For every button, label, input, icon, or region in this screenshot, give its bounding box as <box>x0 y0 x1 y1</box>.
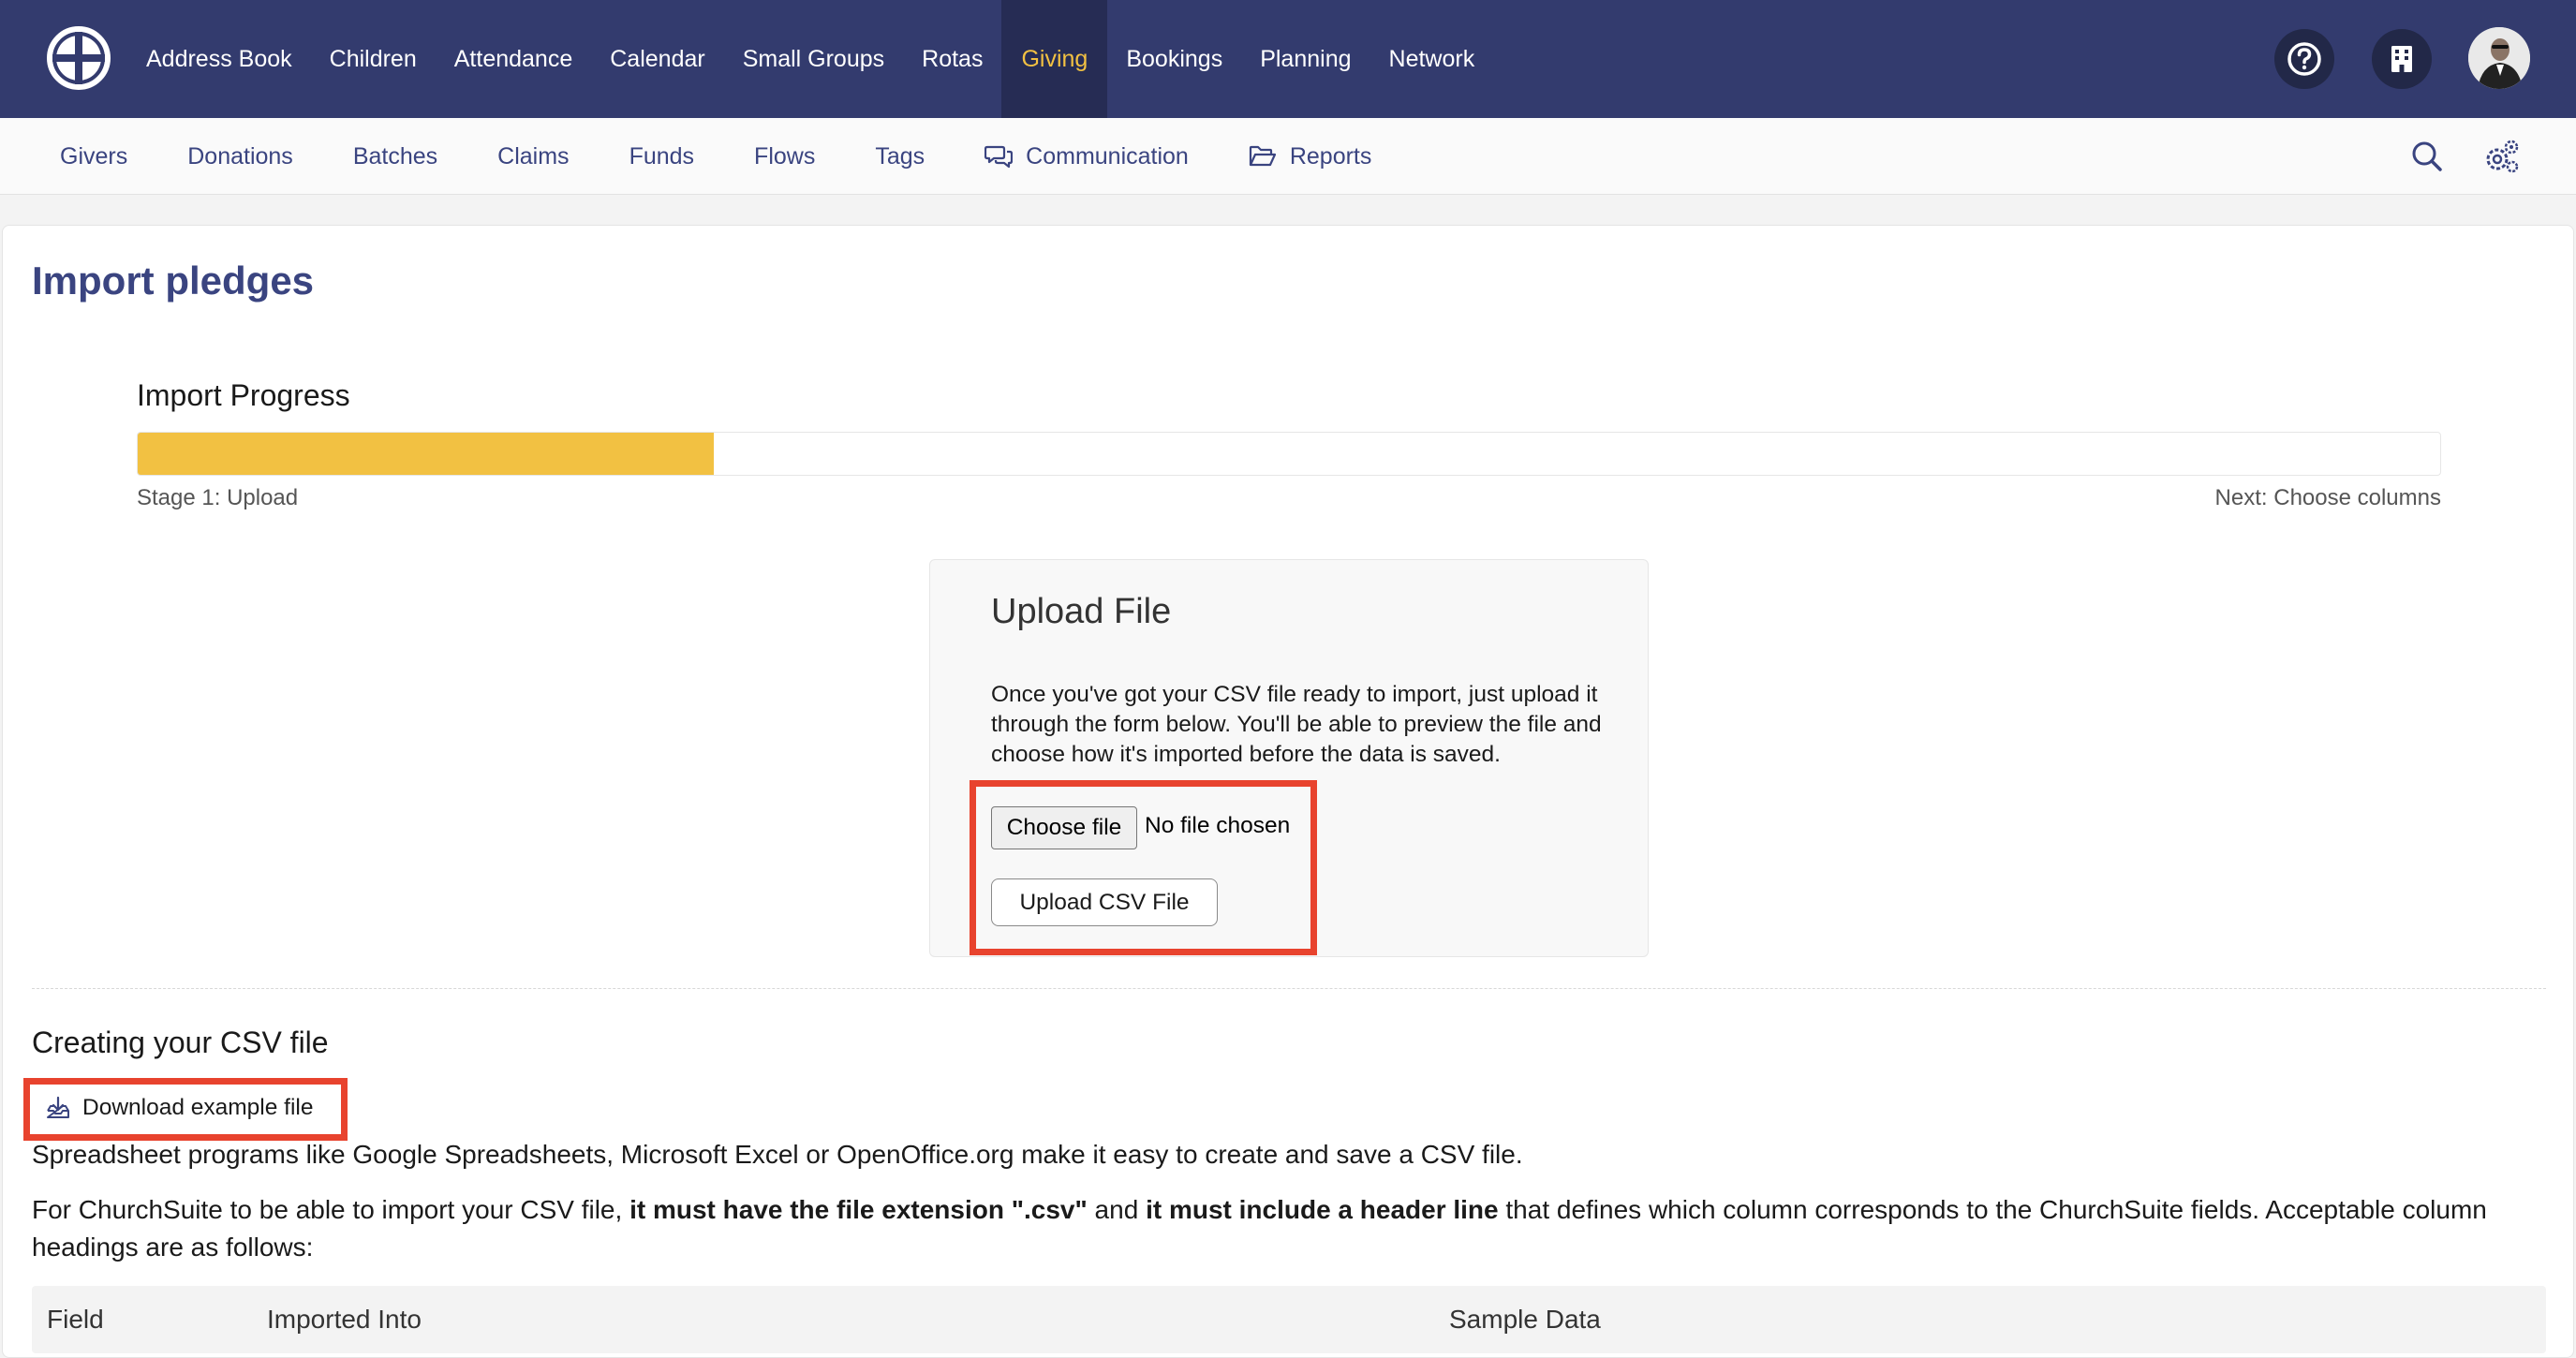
chat-bubbles-icon <box>985 145 1014 169</box>
search-icon[interactable] <box>2407 137 2447 176</box>
subnav-tags[interactable]: Tags <box>845 118 955 195</box>
import-progress-bar <box>137 432 2441 476</box>
churchsuite-logo-icon[interactable] <box>47 26 111 90</box>
download-example-button[interactable]: Download example file <box>32 1086 327 1129</box>
nav-small-groups[interactable]: Small Groups <box>724 0 903 118</box>
import-progress-heading: Import Progress <box>137 378 350 412</box>
subnav-batches[interactable]: Batches <box>323 118 467 195</box>
csv-req-extension: it must have the file extension ".csv" <box>629 1195 1088 1224</box>
help-circle-icon <box>2287 42 2321 76</box>
subnav-claims[interactable]: Claims <box>467 118 599 195</box>
subnav-funds[interactable]: Funds <box>600 118 724 195</box>
import-progress-fill <box>138 433 714 475</box>
top-navigation-bar: Address Book Children Attendance Calenda… <box>0 0 2576 118</box>
upload-file-description: Once you've got your CSV file ready to i… <box>991 682 1602 767</box>
nav-rotas[interactable]: Rotas <box>903 0 1001 118</box>
no-file-chosen-text: No file chosen <box>1145 813 1291 838</box>
page-title: Import pledges <box>32 258 315 303</box>
organisation-button[interactable] <box>2372 29 2432 89</box>
next-stage-label: Next: Choose columns <box>2214 485 2441 510</box>
download-example-label: Download example file <box>82 1095 314 1120</box>
column-headings-table-header: Field Imported Into Sample Data <box>32 1286 2546 1353</box>
user-avatar[interactable] <box>2468 27 2530 89</box>
upload-csv-button[interactable]: Upload CSV File <box>991 878 1218 926</box>
current-stage-label: Stage 1: Upload <box>137 485 299 510</box>
subnav-communication-label: Communication <box>1026 142 1189 170</box>
nav-bookings[interactable]: Bookings <box>1107 0 1241 118</box>
nav-giving[interactable]: Giving <box>1001 0 1108 118</box>
section-divider <box>32 988 2546 989</box>
table-header-sample-data: Sample Data <box>1449 1305 1601 1334</box>
nav-planning[interactable]: Planning <box>1241 0 1369 118</box>
nav-children[interactable]: Children <box>311 0 436 118</box>
choose-file-button[interactable]: Choose file <box>991 806 1137 849</box>
csv-req-text-1: For ChurchSuite to be able to import you… <box>32 1195 630 1224</box>
subnav-communication[interactable]: Communication <box>955 118 1219 195</box>
table-header-imported-into: Imported Into <box>267 1305 422 1334</box>
sub-navigation-bar: Givers Donations Batches Claims Funds Fl… <box>0 118 2576 195</box>
help-button[interactable] <box>2274 29 2334 89</box>
subnav-donations[interactable]: Donations <box>157 118 323 195</box>
csv-intro-paragraph: Spreadsheet programs like Google Spreads… <box>32 1140 1523 1169</box>
user-avatar-icon <box>2468 27 2530 89</box>
settings-gears-icon[interactable] <box>2482 137 2522 176</box>
subnav-flows[interactable]: Flows <box>724 118 845 195</box>
subnav-reports-label: Reports <box>1289 142 1372 170</box>
subnav-givers[interactable]: Givers <box>30 118 157 195</box>
creating-csv-heading: Creating your CSV file <box>32 1026 329 1059</box>
nav-attendance[interactable]: Attendance <box>436 0 592 118</box>
csv-req-header-line: it must include a header line <box>1146 1195 1499 1224</box>
nav-address-book[interactable]: Address Book <box>127 0 311 118</box>
main-nav: Address Book Children Attendance Calenda… <box>127 0 1493 118</box>
table-header-field: Field <box>47 1305 104 1334</box>
nav-calendar[interactable]: Calendar <box>591 0 723 118</box>
nav-network[interactable]: Network <box>1370 0 1494 118</box>
csv-req-text-2: and <box>1087 1195 1147 1224</box>
csv-requirements-paragraph: For ChurchSuite to be able to import you… <box>32 1191 2552 1266</box>
folder-open-icon <box>1249 145 1276 167</box>
building-icon <box>2391 46 2412 72</box>
upload-file-title: Upload File <box>991 592 1172 631</box>
giving-subnav: Givers Donations Batches Claims Funds Fl… <box>30 118 1401 195</box>
download-tray-icon <box>47 1096 69 1118</box>
subnav-reports[interactable]: Reports <box>1219 118 1402 195</box>
